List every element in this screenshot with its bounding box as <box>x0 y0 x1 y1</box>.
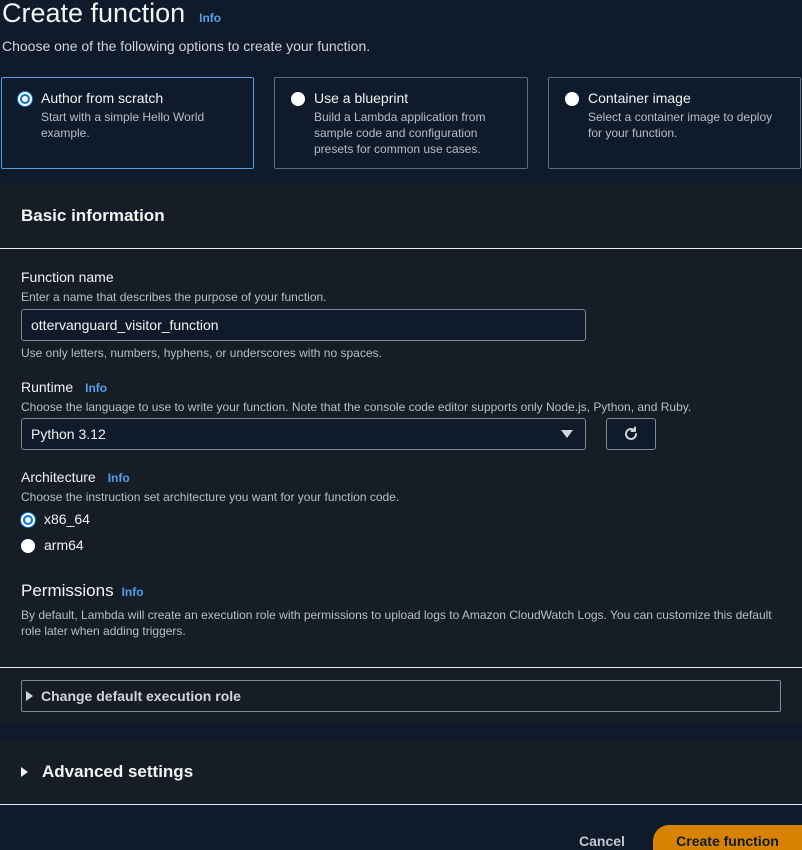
caret-right-icon <box>26 691 33 701</box>
architecture-option-label: arm64 <box>44 537 84 553</box>
architecture-option-x86-64[interactable]: x86_64 <box>21 511 90 527</box>
option-desc: Select a container image to deploy for y… <box>588 110 773 140</box>
panel-heading: Basic information <box>21 206 165 225</box>
function-name-label: Function name <box>21 269 114 285</box>
change-default-execution-role-expander[interactable]: Change default execution role <box>21 680 781 712</box>
title-row: Create function Info <box>2 0 221 29</box>
runtime-label-text: Runtime <box>21 379 74 395</box>
panel-header: Basic information <box>0 185 802 249</box>
runtime-info-link[interactable]: Info <box>85 381 107 395</box>
runtime-description: Choose the language to use to write your… <box>21 400 692 414</box>
radio-unselected-icon[interactable] <box>565 92 579 106</box>
advanced-settings-panel: Advanced settings <box>0 741 802 805</box>
option-desc: Build a Lambda application from sample c… <box>314 110 486 156</box>
function-name-input[interactable] <box>21 309 586 341</box>
create-function-page: Create function Info Choose one of the f… <box>0 0 802 850</box>
option-title: Author from scratch <box>41 90 164 106</box>
function-name-label-text: Function name <box>21 269 114 285</box>
divider <box>0 667 802 668</box>
architecture-info-link[interactable]: Info <box>108 471 130 485</box>
option-container-image[interactable]: Container image Select a container image… <box>548 77 801 169</box>
cancel-button[interactable]: Cancel <box>566 833 638 850</box>
permissions-info-link[interactable]: Info <box>122 585 144 599</box>
option-author-from-scratch[interactable]: Author from scratch Start with a simple … <box>1 77 254 169</box>
option-use-a-blueprint[interactable]: Use a blueprint Build a Lambda applicati… <box>274 77 528 169</box>
caret-right-icon <box>21 767 28 777</box>
radio-selected-icon[interactable] <box>21 513 35 527</box>
option-title: Container image <box>588 90 691 106</box>
expander-label: Change default execution role <box>41 688 241 704</box>
advanced-settings-label: Advanced settings <box>42 762 194 781</box>
runtime-label: Runtime Info <box>21 379 107 395</box>
option-title: Use a blueprint <box>314 90 409 106</box>
permissions-description: By default, Lambda will create an execut… <box>21 608 772 638</box>
radio-selected-icon[interactable] <box>18 92 32 106</box>
architecture-description: Choose the instruction set architecture … <box>21 490 400 504</box>
title-info-link[interactable]: Info <box>199 11 221 25</box>
function-name-hint: Use only letters, numbers, hyphens, or u… <box>21 346 382 360</box>
option-desc: Start with a simple Hello World example. <box>41 110 205 140</box>
permissions-label: Permissions <box>21 581 114 600</box>
architecture-option-label: x86_64 <box>44 511 90 527</box>
runtime-select[interactable]: Python 3.12 <box>21 418 586 450</box>
advanced-settings-toggle[interactable]: Advanced settings <box>21 762 193 782</box>
caret-down-icon <box>561 430 573 438</box>
refresh-runtime-button[interactable] <box>606 418 656 450</box>
page-title: Create function <box>2 0 186 28</box>
basic-information-panel: Basic information Function name Enter a … <box>0 185 802 725</box>
refresh-icon <box>625 426 637 440</box>
radio-unselected-icon[interactable] <box>21 539 35 553</box>
function-name-description: Enter a name that describes the purpose … <box>21 290 327 304</box>
architecture-label-text: Architecture <box>21 469 96 485</box>
radio-unselected-icon[interactable] <box>291 92 305 106</box>
architecture-label: Architecture Info <box>21 469 130 485</box>
runtime-value: Python 3.12 <box>31 426 106 442</box>
permissions-heading: Permissions Info <box>21 581 144 601</box>
architecture-option-arm64[interactable]: arm64 <box>21 537 84 553</box>
page-subtitle: Choose one of the following options to c… <box>2 38 371 54</box>
create-function-button[interactable]: Create function <box>653 825 802 850</box>
